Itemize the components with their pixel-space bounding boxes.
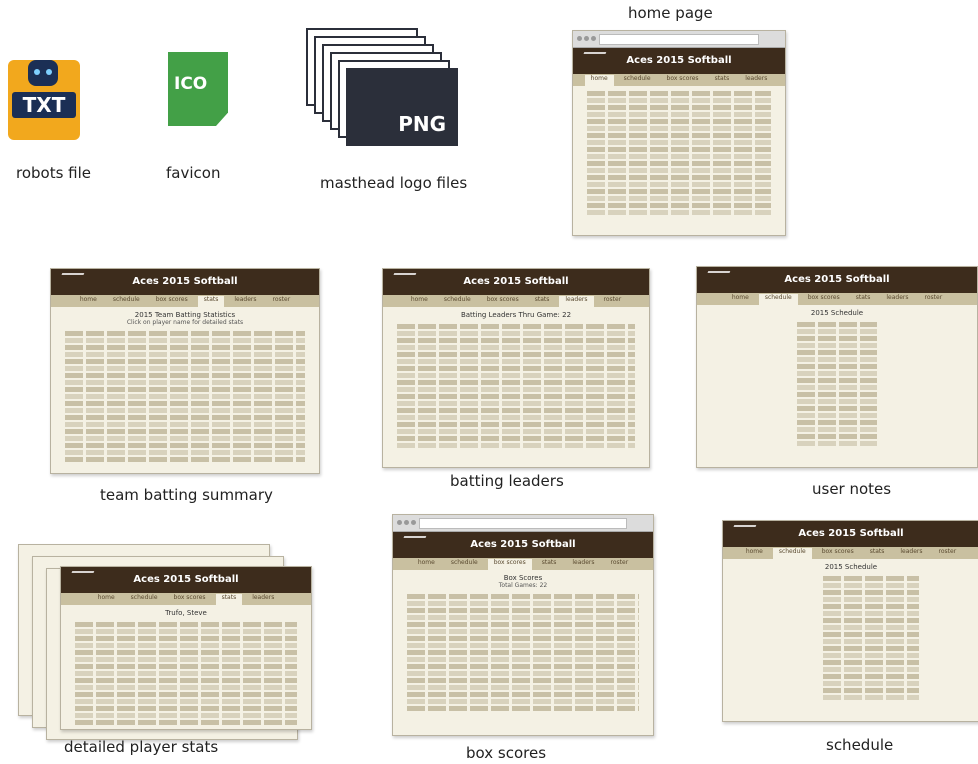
txt-robot-icon: TXT [8, 60, 80, 140]
batting-summary-thumbnail: Aces 2015 Softball home schedule box score… [50, 268, 320, 474]
ico-icon-label: ICO [174, 74, 208, 94]
player-stats-thumbnail: Aces 2015 Softball home schedule box score… [60, 566, 312, 730]
png-icon-label: PNG [398, 112, 446, 136]
png-stack-icon: PNG [346, 68, 458, 146]
favicon-node: ICO [168, 52, 228, 126]
box-scores-thumbnail: Aces 2015 Softball home schedule box score… [392, 514, 654, 736]
user-notes-thumbnail: Aces 2015 Softball home schedule box score… [696, 266, 978, 468]
schedule-thumbnail: Aces 2015 Softball home schedule box score… [722, 520, 978, 722]
batting-summary-label: team batting summary [100, 486, 273, 504]
user-notes-label: user notes [812, 480, 892, 498]
batting-leaders-label: batting leaders [450, 472, 564, 490]
robots-file-node: TXT [0, 50, 90, 145]
home-page-thumbnail: Aces 2015 Softball home schedule box score… [572, 30, 786, 236]
schedule-label: schedule [826, 736, 894, 754]
masthead-logos-node: PNG [306, 28, 466, 158]
favicon-label: favicon [166, 164, 221, 182]
robot-head [28, 60, 58, 86]
txt-icon-label: TXT [12, 92, 76, 118]
home-page-label: home page [628, 4, 713, 22]
robots-file-label: robots file [16, 164, 92, 182]
batting-leaders-thumbnail: Aces 2015 Softball home schedule box score… [382, 268, 650, 468]
box-scores-label: box scores [466, 744, 547, 762]
player-stats-label: detailed player stats [64, 738, 219, 756]
masthead-logos-label: masthead logo files [320, 174, 468, 192]
